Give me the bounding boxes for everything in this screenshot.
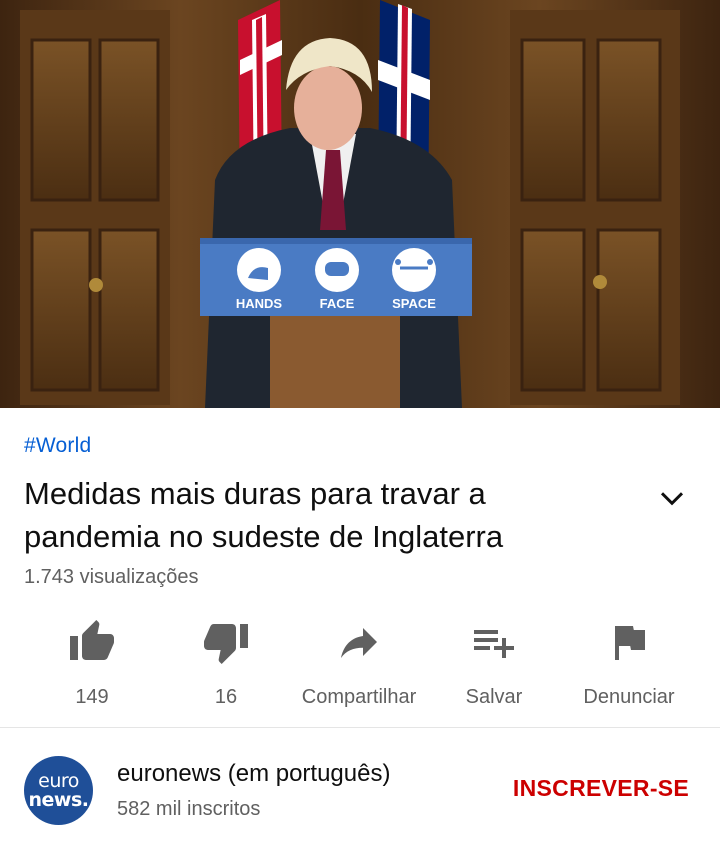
like-button[interactable]: 149 xyxy=(44,616,140,716)
view-count: 1.743 visualizações xyxy=(24,566,199,588)
hashtag-link[interactable]: #World xyxy=(24,434,91,458)
thumb-down-icon xyxy=(204,624,248,664)
action-bar: 149 16 Compartilhar Salvar Denunciar xyxy=(0,616,720,716)
playlist-add-icon xyxy=(474,630,514,658)
dislike-count: 16 xyxy=(214,686,238,708)
share-icon xyxy=(341,628,377,658)
save-button[interactable]: Salvar xyxy=(446,616,542,716)
subscribe-button[interactable]: INSCREVER-SE xyxy=(498,768,704,808)
dislike-button[interactable]: 16 xyxy=(178,616,274,716)
podium-sign-space: SPACE xyxy=(392,296,436,311)
video-player[interactable]: HANDS FACE SPACE xyxy=(0,0,720,408)
channel-avatar[interactable]: euro news. xyxy=(24,756,93,825)
channel-row: euro news. euronews (em português) 582 m… xyxy=(0,728,720,846)
avatar-logo-line2: news. xyxy=(28,789,90,811)
report-label: Denunciar xyxy=(583,686,675,708)
podium-sign-face: FACE xyxy=(320,296,355,311)
share-label: Compartilhar xyxy=(301,686,417,708)
subscriber-count: 582 mil inscritos xyxy=(117,798,261,820)
share-button[interactable]: Compartilhar xyxy=(288,616,430,716)
video-thumbnail: HANDS FACE SPACE xyxy=(0,0,720,408)
flag-icon xyxy=(615,626,645,660)
video-title: Medidas mais duras para travar a pandemi… xyxy=(24,476,504,554)
chevron-down-icon[interactable] xyxy=(656,482,688,514)
podium-sign-hands: HANDS xyxy=(236,296,283,311)
thumb-up-icon xyxy=(70,620,114,660)
like-count: 149 xyxy=(75,686,109,708)
report-button[interactable]: Denunciar xyxy=(564,616,694,716)
channel-name[interactable]: euronews (em português) xyxy=(117,760,390,788)
save-label: Salvar xyxy=(465,686,523,708)
